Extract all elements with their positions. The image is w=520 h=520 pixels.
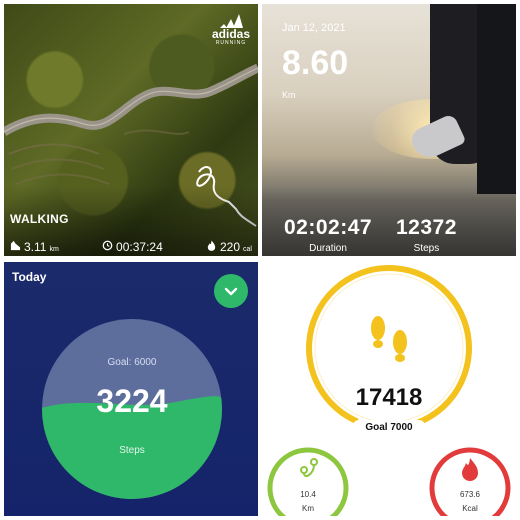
steps-progress-circle: Goal: 6000 3224 Steps (42, 319, 222, 499)
duration-stat: 00:37:24 (102, 240, 163, 254)
flame-icon (462, 458, 478, 481)
expand-button[interactable] (214, 274, 248, 308)
run-distance-unit: Km (282, 90, 296, 100)
distance-value: 10.4 (300, 490, 316, 499)
distance-unit: Km (302, 504, 314, 513)
calories-value: 673.6 (459, 490, 481, 499)
calories-unit: Kcal (462, 504, 478, 513)
runner-leg-image-2 (477, 4, 516, 194)
shoe-icon (10, 240, 21, 251)
duration-value: 00:37:24 (116, 240, 163, 254)
calories-value: 220 (220, 240, 241, 254)
route-icon (300, 458, 318, 477)
calories-stat: 220 cal (206, 240, 252, 254)
duration-metric: 02:02:47 Duration (284, 216, 372, 254)
chevron-down-icon (224, 287, 238, 296)
walking-stats: 3.11 km 00:37:24 220 cal (10, 240, 252, 254)
steps-total: 17418 (355, 384, 423, 411)
run-summary-card[interactable]: Jan 12, 2021 8.60 Km 02:02:47 Duration 1… (262, 4, 516, 256)
duration-value: 02:02:47 (284, 216, 373, 239)
goal-text: Goal: 6000 (107, 357, 157, 368)
steps-label: Steps (119, 445, 145, 456)
steps-count: 3224 (96, 383, 168, 419)
distance-unit: km (49, 246, 59, 253)
run-distance: 8.60 (282, 44, 349, 82)
adidas-running-logo: adidas RUNNING (212, 12, 250, 46)
daily-gauges-card[interactable]: 17418 Goal 7000 10.4 Km 673.6 Kcal (262, 262, 516, 516)
steps-label: Steps (413, 243, 440, 254)
adidas-stripes-icon (219, 14, 243, 28)
today-steps-card[interactable]: Today Goal: 6000 3224 Steps (4, 262, 258, 516)
duration-label: Duration (309, 243, 347, 254)
goal-badge: Goal 7000 (352, 420, 426, 435)
distance-value: 3.11 (24, 240, 47, 254)
brand-sub: RUNNING (215, 40, 247, 46)
steps-value: 12372 (396, 216, 457, 239)
flame-icon (207, 240, 216, 251)
steps-metric: 12372 Steps (396, 216, 457, 254)
brand-name: adidas (211, 27, 250, 41)
walking-activity-card[interactable]: adidas RUNNING WALKING 3.11 km 00:37:24 … (4, 4, 258, 256)
activity-type: WALKING (10, 212, 69, 226)
run-date: Jan 12, 2021 (282, 22, 346, 34)
calories-unit: cal (243, 246, 252, 253)
footprints-icon (371, 316, 407, 362)
card-title: Today (12, 270, 47, 284)
clock-icon (102, 240, 113, 251)
distance-stat: 3.11 km (10, 240, 59, 254)
